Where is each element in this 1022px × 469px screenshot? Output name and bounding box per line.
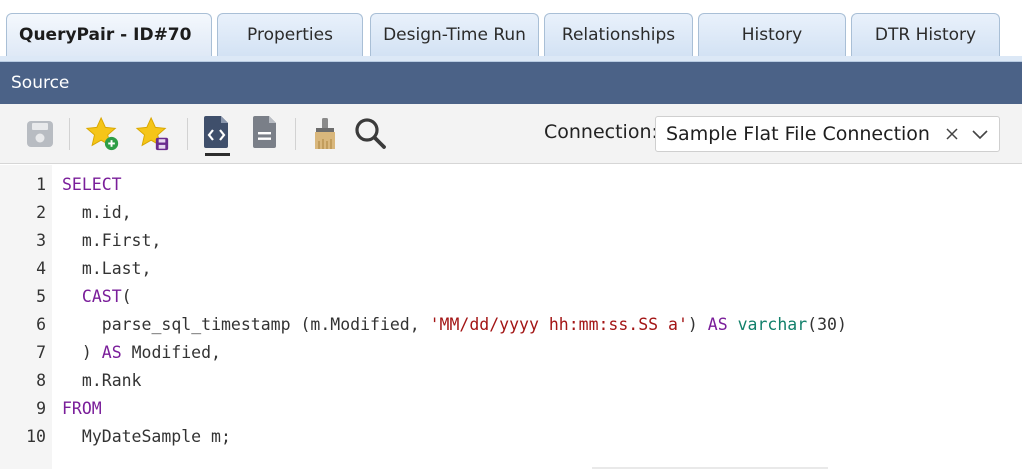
code-line: 1 SELECT	[0, 171, 1022, 199]
code-line: 3 m.First,	[0, 227, 1022, 255]
sql-keyword: AS	[101, 343, 122, 362]
line-number: 1	[36, 175, 46, 194]
toolbar-separator	[295, 118, 296, 150]
sql-token: parse_sql_timestamp (m.Modified,	[101, 315, 430, 334]
code-editor[interactable]: 1 SELECT 2 m.id, 3 m.First, 4 m.Last, 5 CAST(6 par…	[0, 165, 1022, 469]
sql-keyword: FROM	[62, 399, 102, 418]
line-number: 6	[36, 315, 46, 334]
search-button[interactable]	[352, 115, 388, 151]
save-icon	[27, 121, 53, 147]
sql-token: m.Rank	[81, 371, 142, 390]
tab-dtr-history[interactable]: DTR History	[851, 13, 1000, 56]
line-number: 8	[36, 371, 46, 390]
code-text: SELECT	[62, 171, 122, 199]
section-title: Source	[11, 73, 70, 93]
code-text: m.Last,	[82, 255, 152, 283]
tab-properties[interactable]: Properties	[217, 13, 363, 56]
code-view-button[interactable]	[199, 114, 235, 150]
add-favorite-icon	[85, 116, 119, 151]
code-text: MyDateSample m;	[82, 423, 231, 451]
section-header: Source	[0, 62, 1022, 104]
code-line: 10 MyDateSample m;	[0, 423, 1022, 451]
sql-token: )	[81, 343, 102, 362]
line-number: 7	[36, 343, 46, 362]
sql-token: (30)	[807, 315, 847, 334]
toolbar-separator	[69, 118, 70, 150]
tab-relationships[interactable]: Relationships	[544, 13, 693, 56]
code-view-icon	[204, 116, 228, 148]
format-brush-icon	[315, 118, 335, 149]
save-button[interactable]	[22, 116, 58, 152]
connection-value: Sample Flat File Connection	[666, 123, 930, 145]
sql-token: (	[121, 287, 132, 306]
tab-history[interactable]: History	[698, 13, 846, 56]
code-text: m.Rank	[82, 367, 142, 395]
line-number: 5	[36, 287, 46, 306]
chevron-down-icon[interactable]	[971, 124, 989, 144]
sql-keyword: SELECT	[62, 175, 122, 194]
sql-token: m.First,	[81, 231, 162, 250]
add-favorite-button[interactable]	[85, 116, 121, 152]
active-view-indicator	[205, 153, 230, 156]
code-line: 5 CAST(	[0, 283, 1022, 311]
sql-type: varchar	[737, 315, 808, 334]
line-number: 9	[36, 399, 46, 418]
code-text: m.First,	[82, 227, 161, 255]
document-view-button[interactable]	[247, 114, 283, 150]
line-number: 4	[36, 259, 46, 278]
code-text: parse_sql_timestamp (m.Modified, 'MM/dd/…	[102, 311, 847, 339]
sql-token: m.Last,	[81, 259, 152, 278]
toolbar-separator	[187, 118, 188, 150]
tab-design-time-run[interactable]: Design-Time Run	[370, 13, 539, 56]
code-line: 8 m.Rank	[0, 367, 1022, 395]
sql-token: Modified,	[121, 343, 221, 362]
code-text: FROM	[62, 395, 102, 423]
sql-token: )	[687, 315, 708, 334]
code-text: CAST(	[82, 283, 132, 311]
document-view-icon	[253, 116, 276, 148]
code-line: 2 m.id,	[0, 199, 1022, 227]
code-line: 9 FROM	[0, 395, 1022, 423]
sql-token: MyDateSample m;	[81, 427, 231, 446]
line-number: 3	[36, 231, 46, 250]
save-favorite-icon	[135, 116, 169, 151]
code-line: 7) AS Modified,	[0, 339, 1022, 367]
code-text: ) AS Modified,	[82, 339, 221, 367]
line-number: 10	[26, 427, 46, 446]
sql-keyword: CAST	[81, 287, 122, 306]
connection-label: Connection:	[544, 121, 658, 143]
code-line: 6 parse_sql_timestamp (m.Modified, 'MM/dd…	[0, 311, 1022, 339]
save-favorite-button[interactable]	[135, 116, 171, 152]
code-line: 4 m.Last,	[0, 255, 1022, 283]
connection-select[interactable]: Sample Flat File Connection	[655, 116, 1000, 152]
line-number: 2	[36, 203, 46, 222]
format-brush-button[interactable]	[307, 116, 343, 152]
tab-bar: QueryPair - ID#70 Properties Design-Time…	[0, 0, 1022, 62]
search-icon	[355, 118, 386, 149]
sql-token: m.id,	[81, 203, 132, 222]
sql-string: 'MM/dd/yyyy hh:mm:ss.SS a'	[429, 315, 688, 334]
sql-keyword: AS	[707, 315, 728, 334]
tab-querypair[interactable]: QueryPair - ID#70	[6, 13, 212, 56]
code-text: m.id,	[82, 199, 132, 227]
clear-icon[interactable]	[943, 124, 961, 144]
